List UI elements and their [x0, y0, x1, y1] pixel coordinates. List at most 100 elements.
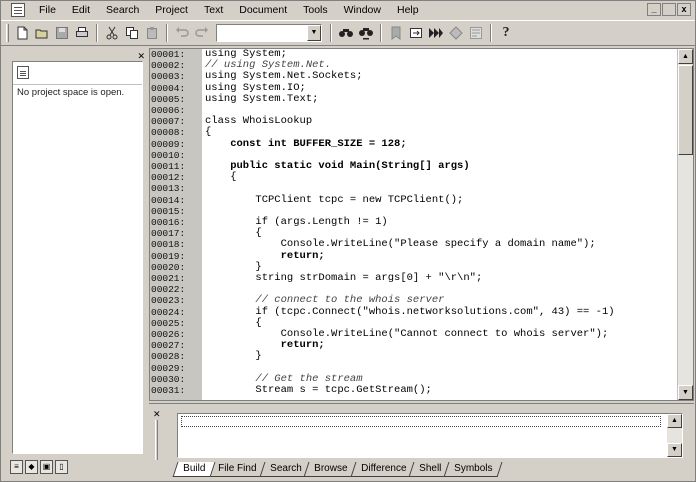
- menu-tools[interactable]: Tools: [295, 4, 336, 16]
- app-window: File Edit Search Project Text Document T…: [0, 0, 696, 482]
- output-vertical-scrollbar[interactable]: ▲ ▼: [667, 414, 682, 457]
- project-empty-message: No project space is open.: [13, 84, 142, 98]
- scroll-up-button[interactable]: ▲: [667, 414, 682, 428]
- menu-document[interactable]: Document: [231, 4, 295, 16]
- new-icon[interactable]: [12, 23, 32, 43]
- tab-label: Search: [269, 463, 302, 474]
- menu-file[interactable]: File: [31, 4, 64, 16]
- code-line[interactable]: public static void Main(String[] args): [205, 160, 677, 172]
- project-pane: ✕ No project space is open. ≡ ◆ ▣ ▯: [4, 49, 147, 479]
- project-tree[interactable]: No project space is open.: [12, 61, 143, 454]
- menu-project[interactable]: Project: [147, 4, 196, 16]
- mdi-window-controls: _ x: [646, 3, 691, 16]
- scroll-down-button[interactable]: ▼: [678, 385, 693, 400]
- document-system-icon[interactable]: [11, 3, 25, 17]
- line-number: 00026:: [151, 329, 186, 341]
- tab-difference[interactable]: Difference: [350, 462, 417, 477]
- toolbar-separator: [96, 24, 98, 42]
- editor-vertical-scrollbar[interactable]: ▲ ▼: [677, 49, 693, 400]
- code-line[interactable]: }: [205, 351, 677, 362]
- output-text-area[interactable]: ▲ ▼: [177, 413, 683, 458]
- code-line[interactable]: const int BUFFER_SIZE = 128;: [205, 138, 677, 150]
- code-line[interactable]: // connect to the whois server: [205, 295, 677, 306]
- toolbar: ▼ ?: [1, 20, 695, 46]
- line-number: 00015:: [151, 205, 186, 217]
- compile-icon[interactable]: [426, 23, 446, 43]
- format-icon[interactable]: [466, 23, 486, 43]
- code-line[interactable]: if (tcpc.Connect("whois.networksolutions…: [205, 306, 677, 318]
- code-line[interactable]: return;: [205, 250, 677, 262]
- code-line[interactable]: using System.Text;: [205, 93, 677, 105]
- tab-build[interactable]: Build: [172, 462, 216, 477]
- line-number: 00027:: [151, 340, 186, 352]
- line-number: 00030:: [151, 373, 186, 385]
- output-selected-line[interactable]: [181, 416, 661, 427]
- tab-symbols[interactable]: Symbols: [443, 462, 504, 477]
- help-icon[interactable]: ?: [496, 23, 516, 43]
- copy-icon[interactable]: [122, 23, 142, 43]
- line-number: 00005:: [151, 93, 186, 105]
- code-line[interactable]: class WhoisLookup: [205, 116, 677, 127]
- line-number: 00008:: [151, 127, 186, 139]
- menu-search[interactable]: Search: [98, 4, 147, 16]
- menu-window[interactable]: Window: [336, 4, 389, 16]
- toolbar-grip[interactable]: [6, 24, 9, 42]
- code-line[interactable]: using System.Net.Sockets;: [205, 71, 677, 82]
- code-line[interactable]: TCPClient tcpc = new TCPClient();: [205, 194, 677, 206]
- code-line[interactable]: Stream s = tcpc.GetStream();: [205, 384, 677, 396]
- find-next-icon[interactable]: [356, 23, 376, 43]
- symbol-tab-icon[interactable]: ▣: [40, 460, 53, 474]
- code-line[interactable]: Console.WriteLine("Please specify a doma…: [205, 239, 677, 250]
- line-number: 00006:: [151, 105, 186, 117]
- mdi-minimize-button[interactable]: _: [647, 3, 661, 16]
- line-number: 00001:: [151, 49, 186, 60]
- tab-browse[interactable]: Browse: [303, 462, 359, 477]
- menu-help[interactable]: Help: [389, 4, 427, 16]
- code-line[interactable]: {: [205, 127, 677, 138]
- file-tab-icon[interactable]: ≡: [10, 460, 23, 474]
- menu-text[interactable]: Text: [196, 4, 231, 16]
- tab-label: Shell: [419, 463, 442, 474]
- code-line[interactable]: string strDomain = args[0] + "\r\n";: [205, 272, 677, 284]
- find-icon[interactable]: [336, 23, 356, 43]
- save-icon[interactable]: [52, 23, 72, 43]
- code-line[interactable]: return;: [205, 340, 677, 351]
- open-icon[interactable]: [32, 23, 52, 43]
- tab-label: Build: [183, 463, 206, 474]
- line-number: 00021:: [151, 273, 186, 285]
- code-editor[interactable]: 00001: 00002: 00003: 00004: 00005: 00006: 0000…: [149, 48, 694, 401]
- undo-icon[interactable]: [172, 23, 192, 43]
- line-number: 00009:: [151, 138, 186, 150]
- mdi-close-button[interactable]: x: [677, 3, 691, 16]
- scroll-thumb[interactable]: [678, 65, 693, 155]
- scroll-down-button[interactable]: ▼: [667, 443, 682, 457]
- bookmark-icon[interactable]: [386, 23, 406, 43]
- chevron-down-icon[interactable]: ▼: [307, 25, 321, 41]
- class-tab-icon[interactable]: ◆: [25, 460, 38, 474]
- mdi-restore-button[interactable]: [662, 3, 676, 16]
- line-number: 00011:: [151, 161, 186, 173]
- cut-icon[interactable]: [102, 23, 122, 43]
- print-icon[interactable]: [72, 23, 92, 43]
- line-number: 00016:: [151, 217, 186, 229]
- doc-tab-icon[interactable]: ▯: [55, 460, 68, 474]
- code-line[interactable]: {: [205, 172, 677, 183]
- code-line[interactable]: if (args.Length != 1): [205, 216, 677, 228]
- paste-icon[interactable]: [142, 23, 162, 43]
- run-icon[interactable]: [446, 23, 466, 43]
- line-number: 00004:: [151, 82, 186, 94]
- code-line[interactable]: [205, 183, 677, 194]
- goto-icon[interactable]: [406, 23, 426, 43]
- scroll-up-button[interactable]: ▲: [678, 49, 693, 64]
- menu-edit[interactable]: Edit: [64, 4, 98, 16]
- search-combo[interactable]: ▼: [216, 24, 322, 42]
- code-area[interactable]: using System;// using System.Net. using S…: [205, 49, 677, 400]
- line-number: 00007:: [151, 116, 186, 128]
- output-pane-grip[interactable]: [155, 420, 158, 460]
- tab-file-find[interactable]: File Find: [207, 462, 268, 477]
- line-number: 00022:: [151, 284, 186, 296]
- redo-icon[interactable]: [192, 23, 212, 43]
- line-number: 00018:: [151, 239, 186, 251]
- line-number: 00028:: [151, 351, 186, 363]
- close-icon[interactable]: ✕: [153, 409, 161, 420]
